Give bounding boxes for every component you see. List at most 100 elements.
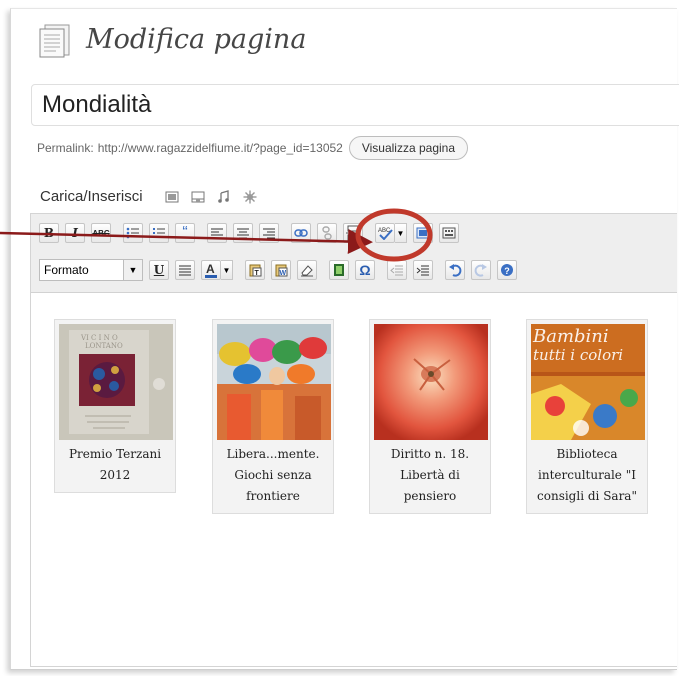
- align-left-button[interactable]: [207, 223, 227, 243]
- fullscreen-icon: [416, 227, 430, 239]
- spellcheck-language-dropdown[interactable]: ▼: [395, 223, 407, 243]
- paste-text-icon: T: [249, 264, 262, 277]
- svg-text:W: W: [280, 270, 287, 277]
- svg-text:VI C I N O: VI C I N O: [80, 334, 118, 342]
- gallery-thumbnail[interactable]: [217, 324, 331, 440]
- gallery-item[interactable]: Libera...mente. Giochi senza frontiere: [212, 319, 334, 514]
- gallery-item[interactable]: Diritto n. 18. Libertà di pensiero: [369, 319, 491, 514]
- bold-button[interactable]: B: [39, 223, 59, 243]
- gallery-thumbnail[interactable]: VI C I N O LONTANO: [59, 324, 173, 440]
- chevron-down-icon: ▼: [222, 265, 231, 275]
- insert-media-button[interactable]: [329, 260, 349, 280]
- underline-icon: U: [153, 263, 165, 277]
- spellcheck-icon: ABC: [378, 228, 393, 240]
- gallery-item[interactable]: VI C I N O LONTANO Premio Terzani 2012: [54, 319, 176, 493]
- editor-toolbar: B I ABC “ ABC ▼ Formato ▼ U A ▼ T W Ω ?: [31, 214, 677, 293]
- strikethrough-button[interactable]: ABC: [91, 223, 111, 243]
- indent-icon: [416, 265, 429, 276]
- text-color-button[interactable]: A: [201, 260, 221, 280]
- outdent-icon: [390, 265, 403, 276]
- numbered-list-button[interactable]: [149, 223, 169, 243]
- text-color-dropdown[interactable]: ▼: [221, 260, 233, 280]
- align-right-icon: [263, 228, 275, 239]
- svg-text:LONTANO: LONTANO: [85, 342, 123, 350]
- undo-button[interactable]: [445, 260, 465, 280]
- caption-line: Premio Terzani: [68, 447, 162, 461]
- format-select[interactable]: Formato ▼: [39, 259, 143, 281]
- blockquote-icon: “: [182, 224, 188, 241]
- insert-link-button[interactable]: [291, 223, 311, 243]
- toolbar-row-2: Formato ▼ U A ▼ T W Ω ?: [39, 259, 523, 281]
- unlink-icon: [322, 226, 332, 240]
- align-left-icon: [211, 228, 223, 239]
- italic-button[interactable]: I: [65, 223, 85, 243]
- paste-as-text-button[interactable]: T: [245, 260, 265, 280]
- add-media-icon[interactable]: [243, 190, 257, 204]
- caption-line: frontiere: [246, 489, 300, 503]
- svg-text:A: A: [206, 262, 215, 276]
- unlink-button[interactable]: [317, 223, 337, 243]
- help-icon: ?: [501, 264, 513, 276]
- film-strip-icon: [334, 264, 344, 276]
- svg-text:?: ?: [504, 266, 510, 276]
- permalink-label: Permalink:: [37, 141, 94, 155]
- indent-button[interactable]: [413, 260, 433, 280]
- link-icon: [294, 229, 308, 237]
- kitchen-sink-icon: [442, 227, 456, 239]
- justify-icon: [179, 265, 191, 276]
- add-audio-icon[interactable]: [217, 189, 231, 204]
- help-button[interactable]: ?: [497, 260, 517, 280]
- undo-icon: [449, 264, 462, 277]
- gallery-thumbnail[interactable]: [374, 324, 488, 440]
- gallery-thumbnail[interactable]: Bambini tutti i colori: [531, 324, 645, 440]
- insert-more-button[interactable]: [343, 223, 363, 243]
- svg-text:T: T: [255, 270, 260, 277]
- omega-icon: Ω: [359, 262, 371, 278]
- visual-editor: B I ABC “ ABC ▼ Formato ▼ U A ▼ T W Ω ? …: [30, 213, 677, 667]
- format-select-value: Formato: [44, 263, 89, 277]
- add-image-icon[interactable]: [165, 190, 179, 204]
- book-cover-line1: Bambini: [532, 326, 609, 347]
- justify-button[interactable]: [175, 260, 195, 280]
- underline-button[interactable]: U: [149, 260, 169, 280]
- caption-line: consigli di Sara": [537, 489, 637, 503]
- kitchen-sink-button[interactable]: [439, 223, 459, 243]
- spellcheck-button[interactable]: ABC: [375, 223, 395, 243]
- caption-line: Libertà di pensiero: [400, 468, 460, 503]
- gallery-item[interactable]: Bambini tutti i colori Biblioteca interc…: [526, 319, 648, 514]
- caption-line: Libera...mente.: [226, 447, 320, 461]
- toolbar-row-1: B I ABC “ ABC ▼: [39, 223, 465, 243]
- remove-format-button[interactable]: [297, 260, 317, 280]
- permalink-url[interactable]: http://www.ragazzidelfiume.it/?page_id=1…: [98, 141, 343, 155]
- redo-button[interactable]: [471, 260, 491, 280]
- align-center-button[interactable]: [233, 223, 253, 243]
- italic-icon: I: [72, 226, 78, 240]
- caption-line: Diritto n. 18.: [390, 447, 470, 461]
- paste-from-word-button[interactable]: W: [271, 260, 291, 280]
- outdent-button[interactable]: [387, 260, 407, 280]
- gallery-caption: Libera...mente. Giochi senza frontiere: [217, 444, 329, 507]
- add-video-icon[interactable]: [191, 190, 205, 204]
- strikethrough-icon: ABC: [92, 228, 110, 238]
- page-icon: [39, 24, 70, 58]
- align-center-icon: [237, 228, 249, 239]
- blockquote-button[interactable]: “: [175, 223, 195, 243]
- fullscreen-button[interactable]: [413, 223, 433, 243]
- book-cover-line2: tutti i colori: [533, 346, 623, 364]
- paste-word-icon: W: [275, 264, 288, 277]
- view-page-button[interactable]: Visualizza pagina: [348, 136, 469, 160]
- eraser-icon: [301, 265, 313, 277]
- editor-content[interactable]: VI C I N O LONTANO Premio Terzani 2012 L…: [31, 293, 677, 666]
- chevron-down-icon: ▼: [123, 260, 142, 280]
- bold-icon: B: [43, 226, 55, 240]
- permalink-row: Permalink: http://www.ragazzidelfiume.it…: [37, 133, 469, 163]
- bullet-list-icon: [126, 227, 139, 239]
- align-right-button[interactable]: [259, 223, 279, 243]
- more-tag-icon: [346, 225, 360, 241]
- numbered-list-icon: [153, 228, 165, 238]
- post-title-input[interactable]: [31, 84, 679, 126]
- caption-line: 2012: [99, 468, 131, 482]
- special-character-button[interactable]: Ω: [355, 260, 375, 280]
- page-title: Modifica pagina: [86, 24, 307, 55]
- bullet-list-button[interactable]: [123, 223, 143, 243]
